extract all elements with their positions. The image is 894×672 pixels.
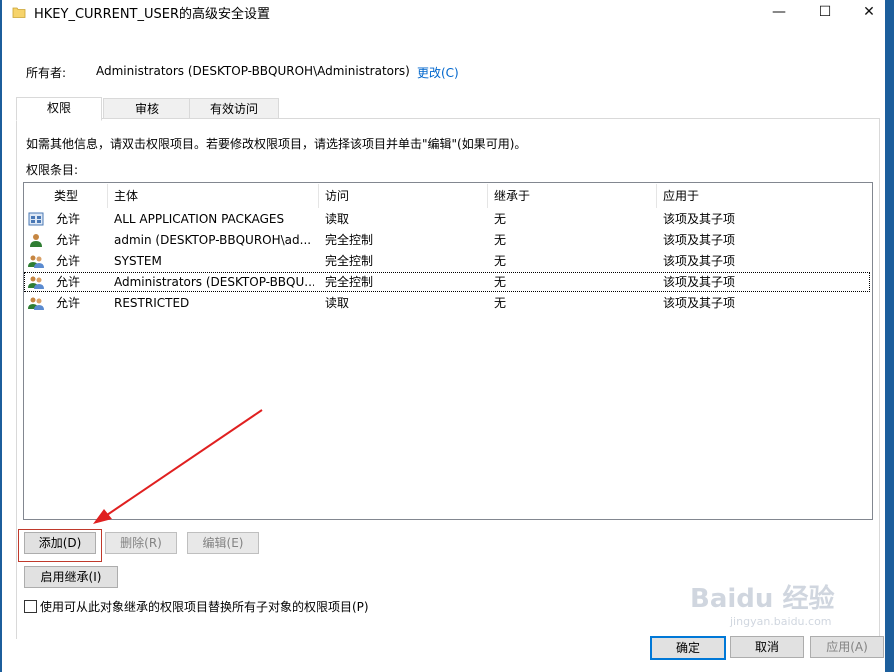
column-header-access[interactable]: 访问 — [325, 187, 349, 205]
table-row[interactable]: 允许 SYSTEM 完全控制 无 该项及其子项 — [24, 251, 870, 271]
tab-permissions[interactable]: 权限 — [16, 97, 102, 121]
column-divider[interactable] — [487, 184, 488, 208]
row-access: 完全控制 — [325, 254, 374, 268]
folder-icon — [12, 7, 26, 18]
user-icon — [30, 234, 42, 247]
row-access: 完全控制 — [325, 275, 374, 289]
remove-button[interactable]: 删除(R) — [105, 532, 177, 554]
group-icon — [28, 276, 44, 289]
window-right-border — [885, 0, 894, 672]
owner-value: Administrators (DESKTOP-BBQUROH\Administ… — [96, 64, 410, 78]
app-packages-icon — [28, 212, 44, 226]
row-principal: admin (DESKTOP-BBQUROH\ad... — [114, 233, 312, 247]
row-type: 允许 — [56, 296, 81, 310]
enable-inheritance-button[interactable]: 启用继承(I) — [24, 566, 118, 588]
row-inherited-from: 无 — [494, 254, 507, 268]
change-owner-link[interactable]: 更改(C) — [417, 64, 459, 81]
replace-child-permissions-checkbox[interactable] — [24, 600, 37, 613]
row-applies-to: 该项及其子项 — [663, 296, 736, 310]
window-left-border — [0, 0, 2, 672]
tab-effective-access[interactable]: 有效访问 — [189, 98, 279, 120]
row-principal: SYSTEM — [114, 254, 162, 268]
maximize-button[interactable]: ☐ — [804, 0, 846, 24]
cancel-button[interactable]: 取消 — [730, 636, 804, 658]
row-inherited-from: 无 — [494, 296, 507, 310]
maximize-icon: ☐ — [818, 4, 832, 20]
table-row[interactable]: 允许 RESTRICTED 读取 无 该项及其子项 — [24, 293, 870, 313]
row-principal: Administrators (DESKTOP-BBQU... — [114, 275, 314, 289]
row-inherited-from: 无 — [494, 233, 507, 247]
column-header-principal[interactable]: 主体 — [114, 187, 138, 205]
row-applies-to: 该项及其子项 — [663, 275, 736, 289]
tab-auditing[interactable]: 审核 — [103, 98, 191, 120]
close-icon: ✕ — [863, 4, 875, 20]
window-title: HKEY_CURRENT_USER的高级安全设置 — [34, 7, 271, 22]
minimize-icon: — — [772, 4, 786, 20]
row-inherited-from: 无 — [494, 212, 507, 226]
row-applies-to: 该项及其子项 — [663, 212, 736, 226]
row-access: 完全控制 — [325, 233, 374, 247]
apply-button[interactable]: 应用(A) — [810, 636, 884, 658]
replace-child-permissions-label: 使用可从此对象继承的权限项目替换所有子对象的权限项目(P) — [40, 600, 369, 614]
baidu-watermark: Baidu 经验 jingyan.baidu.com — [690, 578, 850, 638]
row-access: 读取 — [325, 212, 350, 226]
column-divider[interactable] — [107, 184, 108, 208]
row-inherited-from: 无 — [494, 275, 507, 289]
add-button[interactable]: 添加(D) — [24, 532, 96, 554]
column-divider[interactable] — [318, 184, 319, 208]
close-button[interactable]: ✕ — [848, 0, 890, 24]
row-applies-to: 该项及其子项 — [663, 254, 736, 268]
group-icon — [28, 255, 44, 268]
column-header-type[interactable]: 类型 — [54, 187, 78, 205]
ok-button[interactable]: 确定 — [650, 636, 726, 660]
row-access: 读取 — [325, 296, 350, 310]
column-header-inherited-from[interactable]: 继承于 — [494, 187, 530, 205]
table-row[interactable]: 允许 Administrators (DESKTOP-BBQU... 完全控制 … — [24, 272, 870, 292]
row-type: 允许 — [56, 233, 81, 247]
row-type: 允许 — [56, 275, 81, 289]
watermark-brand: Baidu 经验 — [690, 584, 835, 614]
column-divider[interactable] — [656, 184, 657, 208]
minimize-button[interactable]: — — [758, 0, 800, 24]
owner-label: 所有者: — [26, 66, 67, 80]
group-icon — [28, 297, 44, 310]
column-header-applies-to[interactable]: 应用于 — [663, 187, 699, 205]
info-text: 如需其他信息，请双击权限项目。若要修改权限项目，请选择该项目并单击"编辑"(如果… — [26, 137, 527, 151]
row-type: 允许 — [56, 212, 81, 226]
row-type: 允许 — [56, 254, 81, 268]
row-principal: RESTRICTED — [114, 296, 190, 310]
table-row[interactable]: 允许 admin (DESKTOP-BBQUROH\ad... 完全控制 无 该… — [24, 230, 870, 250]
permission-entries-label: 权限条目: — [26, 163, 79, 177]
row-principal: ALL APPLICATION PACKAGES — [114, 212, 285, 226]
watermark-url: jingyan.baidu.com — [730, 615, 832, 628]
edit-button[interactable]: 编辑(E) — [187, 532, 259, 554]
table-row[interactable]: 允许 ALL APPLICATION PACKAGES 读取 无 该项及其子项 — [24, 209, 870, 229]
row-applies-to: 该项及其子项 — [663, 233, 736, 247]
